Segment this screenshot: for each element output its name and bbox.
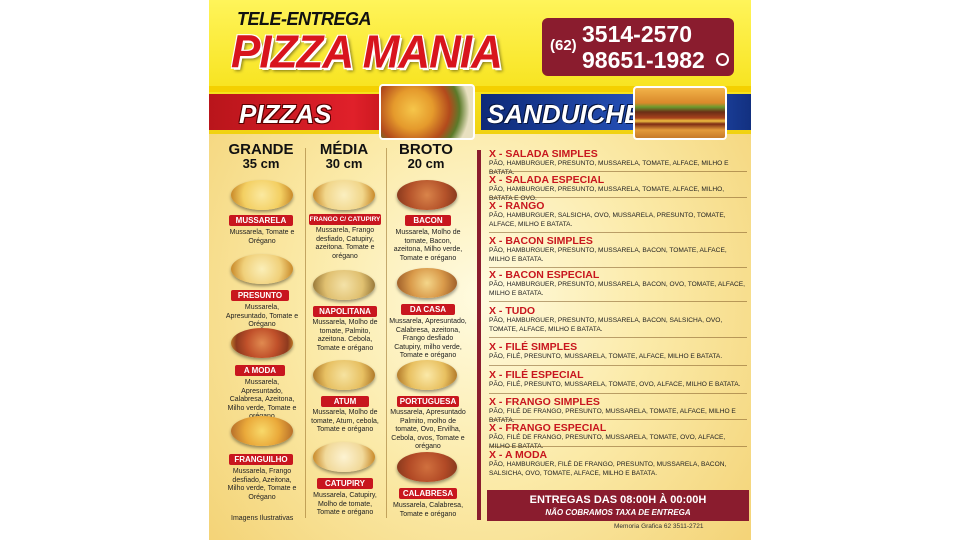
pizza-desc: Mussarela, Molho de tomate, Atum, cebola… (311, 409, 379, 433)
divider-line (489, 393, 747, 394)
sanduiche-desc: PÃO, FILÉ, PRESUNTO, MUSSARELA, TOMATE, … (489, 353, 723, 360)
phone-area-code: (62) (550, 37, 577, 54)
pizza-name-tag: BACON (405, 215, 451, 226)
size-cm: 35 cm (242, 156, 280, 171)
sanduiche-desc: PÃO, HAMBURGUER, SALSICHA, OVO, MUSSAREL… (489, 212, 726, 228)
pizza-name-tag: CALABRESA (399, 488, 457, 499)
pizza-image-frango-catupiry (313, 180, 375, 210)
sanduiche-desc: PÃO, HAMBURGUER, FILÉ DE FRANGO, PRESUNT… (489, 461, 727, 477)
column-divider (386, 148, 387, 518)
divider-line (489, 446, 747, 447)
burger-photo (633, 86, 727, 140)
pizza-image-mussarela (231, 180, 293, 210)
phone-number-2[interactable]: 98651-1982 (582, 47, 705, 74)
print-credit: Memoria Grafica 62 3511-2721 (614, 523, 704, 530)
divider-line (489, 232, 747, 233)
pizza-desc: Mussarela, Apresuntado Palmito, molho de… (390, 409, 466, 450)
size-name: GRANDE (228, 141, 294, 158)
divider-line (489, 171, 747, 172)
pizza-desc: Mussarela, Calabresa, Tomate e orégano (392, 502, 464, 518)
size-media: MÉDIA 30 cm (309, 142, 379, 171)
pizza-image-franguilho (231, 416, 293, 446)
size-name: MÉDIA (319, 141, 369, 158)
size-grande: GRANDE 35 cm (226, 142, 296, 171)
illustrative-images-note: Imagens Ilustrativas (231, 515, 294, 522)
sanduiche-desc: PÃO, HAMBURGUER, PRESUNTO, MUSSARELA, BA… (489, 247, 727, 263)
column-divider (305, 148, 306, 518)
divider-line (489, 197, 747, 198)
divider-line (489, 301, 747, 302)
brand-logo: PIZZA MANIA (231, 26, 503, 79)
pizza-image-a-moda (231, 328, 293, 358)
size-cm: 20 cm (407, 156, 445, 171)
pizza-desc: Mussarela, Frango desfiado, Catupiry, az… (315, 227, 375, 260)
whatsapp-icon (716, 53, 729, 66)
pizza-name-tag: PRESUNTO (231, 290, 289, 301)
pizza-name-tag: ATUM (321, 396, 369, 407)
pizza-desc: Mussarela, Tomate e Orégano (229, 229, 295, 245)
pizza-image-portuguesa (397, 360, 457, 390)
delivery-hours: ENTREGAS DAS 08:00H À 00:00H (529, 494, 707, 506)
pizza-desc: Mussarela, Molho de tomate, Palmito, aze… (312, 319, 378, 352)
phone-number-1[interactable]: 3514-2570 (582, 21, 692, 48)
pizza-name-tag: CATUPIRY (317, 478, 373, 489)
pizza-name-tag: MUSSARELA (229, 215, 293, 226)
menu-flyer: TELE-ENTREGA PIZZA MANIA (62) 3514-2570 … (209, 0, 751, 540)
pizzas-title: PIZZAS (239, 99, 332, 129)
pizza-image-napolitana (313, 270, 375, 300)
pizza-name-tag: A MODA (235, 365, 285, 376)
size-broto: BROTO 20 cm (391, 142, 461, 171)
pizza-desc: Mussarela, Apresuntado, Calabresa, azeit… (389, 318, 467, 359)
sanduiche-desc: PÃO, FILÉ, PRESUNTO, MUSSARELA, TOMATE, … (489, 381, 741, 388)
size-cm: 30 cm (325, 156, 363, 171)
pizza-image-presunto (231, 254, 293, 284)
pizza-name-tag: DA CASA (401, 304, 455, 315)
pizza-name-tag: FRANGO C/ CATUPIRY (309, 214, 381, 225)
pizza-desc: Mussarela, Frango desfiado, Azeitona, Mi… (227, 468, 297, 501)
pizza-image-calabresa (397, 452, 457, 482)
sanduiche-desc: PÃO, HAMBURGUER, PRESUNTO, MUSSARELA, BA… (489, 281, 745, 297)
pizza-image-atum (313, 360, 375, 390)
pizza-desc: Mussarela, Catupiry, Molho de tomate, To… (313, 492, 377, 516)
pizza-name-tag: FRANGUILHO (229, 454, 293, 465)
pizza-photo (379, 84, 475, 140)
pizza-desc: Mussarela, Apresuntado, Tomate e Orégano (225, 304, 299, 328)
size-name: BROTO (399, 141, 453, 158)
section-separator (477, 150, 481, 520)
divider-line (489, 267, 747, 268)
phone-box: (62) 3514-2570 98651-1982 (542, 18, 734, 76)
divider-line (489, 419, 747, 420)
divider-line (489, 337, 747, 338)
sanduiche-desc: PÃO, HAMBURGUER, PRESUNTO, MUSSARELA, BA… (489, 317, 723, 333)
pizza-name-tag: PORTUGUESA (397, 396, 459, 407)
pizza-desc: Mussarela, Molho de tomate, Bacon, azeit… (393, 229, 463, 262)
delivery-fee-note: NÃO COBRAMOS TAXA DE ENTREGA (545, 508, 691, 517)
pizza-image-catupiry (313, 442, 375, 472)
divider-line (489, 365, 747, 366)
pizza-image-da-casa (397, 268, 457, 298)
pizza-name-tag: NAPOLITANA (313, 306, 377, 317)
pizza-image-bacon (397, 180, 457, 210)
delivery-box: ENTREGAS DAS 08:00H À 00:00H NÃO COBRAMO… (487, 490, 749, 521)
